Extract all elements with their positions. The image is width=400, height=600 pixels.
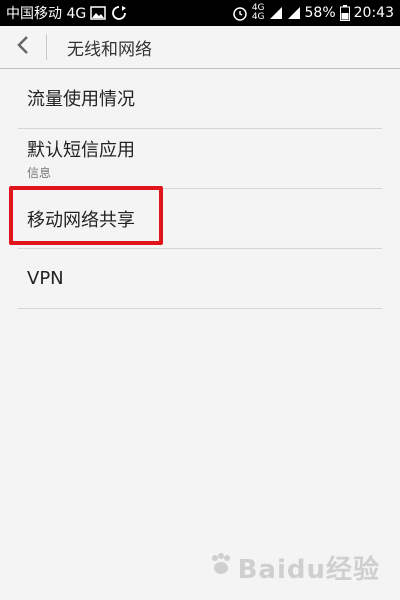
- watermark: Baidu经验: [208, 549, 380, 586]
- list-item-title: VPN: [27, 268, 64, 289]
- network-type-label: 4G 4G: [251, 3, 265, 22]
- list-item-default-sms-app[interactable]: 默认短信应用 信息: [18, 129, 382, 189]
- alarm-icon: [232, 5, 248, 21]
- sync-icon: [110, 5, 128, 21]
- back-button[interactable]: [0, 26, 46, 68]
- list-item-vpn[interactable]: VPN: [18, 249, 382, 309]
- carrier-label: 中国移动 4G: [6, 6, 87, 22]
- image-icon: [90, 6, 106, 20]
- page-title: 无线和网络: [67, 39, 152, 60]
- watermark-text: Baidu经验: [237, 555, 380, 585]
- app-header: 无线和网络: [0, 26, 400, 69]
- clock: 20:43: [353, 5, 394, 21]
- back-arrow-icon: [15, 35, 31, 59]
- battery-percent: 58%: [304, 5, 336, 21]
- status-bar: 中国移动 4G 4G 4G 58% 20:43: [0, 0, 400, 26]
- signal-icon: [269, 6, 283, 20]
- list-item-data-usage[interactable]: 流量使用情况: [18, 68, 382, 129]
- highlight-box: [9, 186, 163, 245]
- paw-icon: [208, 551, 234, 584]
- battery-icon: [339, 5, 350, 21]
- list-item-title: 流量使用情况: [27, 89, 135, 110]
- signal-icon-2: [287, 6, 301, 20]
- list-item-subtitle: 信息: [27, 166, 52, 180]
- header-divider: [46, 34, 47, 60]
- list-item-title: 默认短信应用: [27, 140, 135, 161]
